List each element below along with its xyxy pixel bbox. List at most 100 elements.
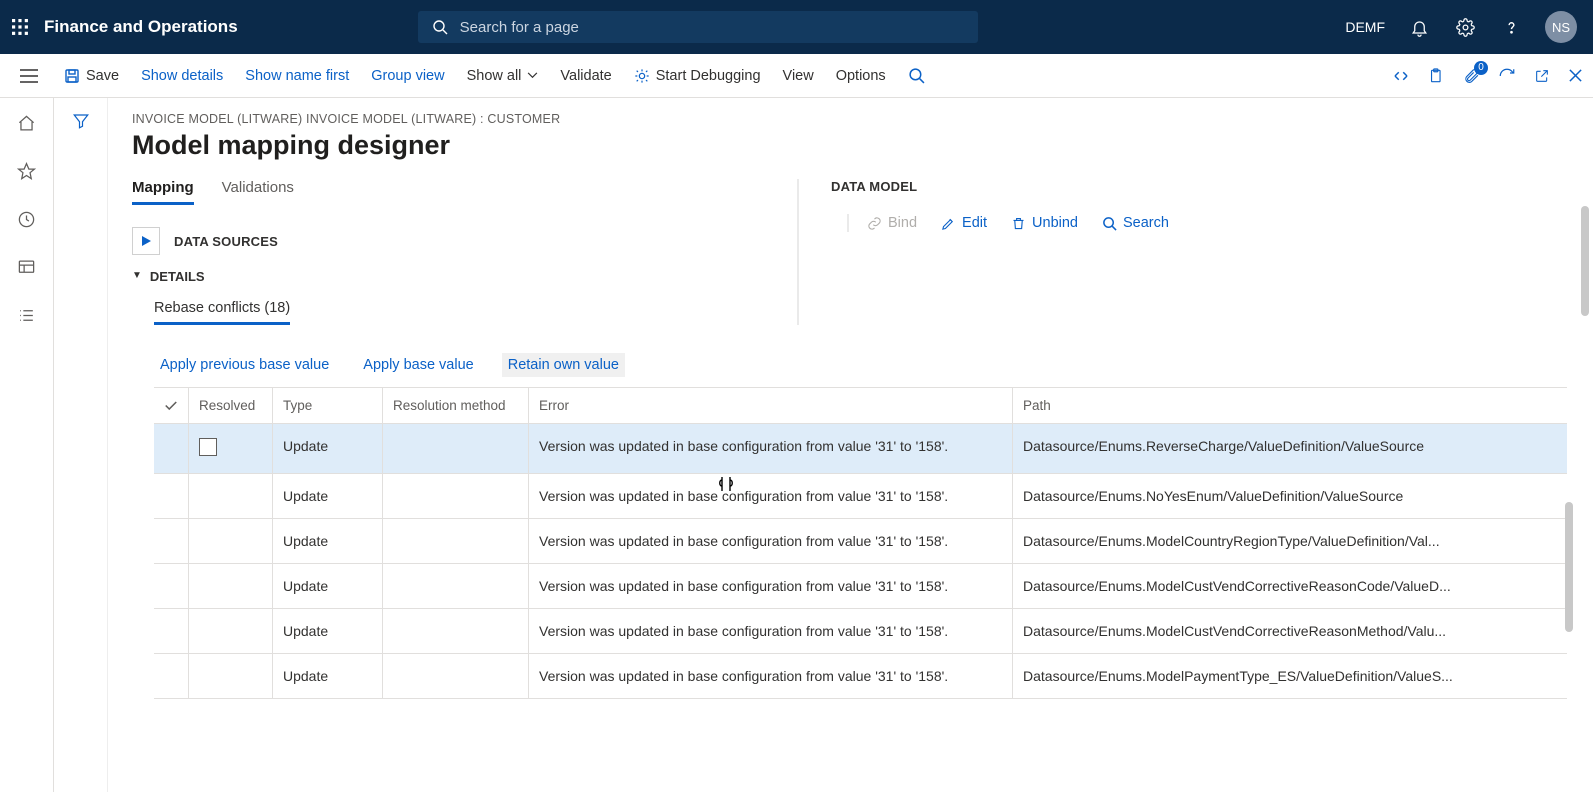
resolution-cell bbox=[383, 654, 529, 699]
tab-validations[interactable]: Validations bbox=[222, 179, 294, 205]
hamburger-icon[interactable] bbox=[20, 69, 38, 83]
resolution-cell bbox=[383, 424, 529, 474]
page-content: INVOICE MODEL (LITWARE) INVOICE MODEL (L… bbox=[108, 98, 1593, 792]
resolved-cell[interactable] bbox=[189, 654, 273, 699]
show-name-first-button[interactable]: Show name first bbox=[245, 68, 349, 84]
table-header-row: Resolved Type Resolution method Error Pa… bbox=[154, 388, 1567, 424]
run-button[interactable] bbox=[132, 227, 160, 255]
row-selector-cell[interactable] bbox=[154, 474, 189, 519]
edit-button[interactable]: Edit bbox=[941, 215, 987, 231]
search-icon bbox=[908, 67, 925, 84]
start-debugging-button[interactable]: Start Debugging bbox=[634, 68, 761, 84]
refresh-button[interactable] bbox=[1498, 67, 1516, 85]
row-selector-cell[interactable] bbox=[154, 564, 189, 609]
table-row[interactable]: Update Version was updated in base confi… bbox=[154, 654, 1567, 699]
group-view-button[interactable]: Group view bbox=[371, 68, 444, 84]
table-scrollbar[interactable] bbox=[1565, 502, 1575, 722]
table-row[interactable]: Update Version was updated in base confi… bbox=[154, 609, 1567, 654]
workspaces-icon[interactable] bbox=[16, 256, 38, 278]
resolved-cell[interactable] bbox=[189, 474, 273, 519]
path-cell: Datasource/Enums.NoYesEnum/ValueDefiniti… bbox=[1013, 474, 1568, 519]
col-type[interactable]: Type bbox=[273, 388, 383, 424]
home-icon[interactable] bbox=[16, 112, 38, 134]
apply-base-value-button[interactable]: Apply base value bbox=[357, 353, 479, 377]
path-cell: Datasource/Enums.ModelCustVendCorrective… bbox=[1013, 609, 1568, 654]
options-menu[interactable]: Options bbox=[836, 68, 886, 84]
resolved-cell[interactable] bbox=[189, 564, 273, 609]
col-resolution[interactable]: Resolution method bbox=[383, 388, 529, 424]
apply-previous-base-value-button[interactable]: Apply previous base value bbox=[154, 353, 335, 377]
designer-tabs: Mapping Validations bbox=[132, 179, 777, 205]
recent-icon[interactable] bbox=[16, 208, 38, 230]
tab-mapping[interactable]: Mapping bbox=[132, 179, 194, 205]
type-cell: Update bbox=[273, 519, 383, 564]
filter-icon[interactable] bbox=[72, 112, 90, 130]
attachment-count-badge: 0 bbox=[1474, 61, 1488, 75]
table-row[interactable]: Update Version was updated in base confi… bbox=[154, 519, 1567, 564]
waffle-icon[interactable] bbox=[8, 15, 32, 39]
secondary-search-button[interactable] bbox=[908, 67, 925, 84]
user-avatar[interactable]: NS bbox=[1545, 11, 1577, 43]
caret-down-icon: ▼ bbox=[132, 270, 142, 281]
help-icon[interactable] bbox=[1499, 15, 1523, 39]
row-selector-cell[interactable] bbox=[154, 519, 189, 564]
col-error[interactable]: Error bbox=[529, 388, 1013, 424]
retain-own-value-button[interactable]: Retain own value bbox=[502, 353, 625, 377]
check-icon bbox=[164, 400, 178, 411]
gear-icon[interactable] bbox=[1453, 15, 1477, 39]
error-cell: Version was updated in base configuratio… bbox=[529, 424, 1013, 474]
validate-button[interactable]: Validate bbox=[560, 68, 611, 84]
paste-icon[interactable] bbox=[1428, 67, 1445, 85]
row-selector-cell[interactable] bbox=[154, 424, 189, 474]
breadcrumb: INVOICE MODEL (LITWARE) INVOICE MODEL (L… bbox=[132, 112, 1577, 126]
details-expander[interactable]: ▼ DETAILS bbox=[132, 269, 777, 284]
resolved-cell[interactable] bbox=[189, 519, 273, 564]
checkbox[interactable] bbox=[199, 438, 217, 456]
save-button[interactable]: Save bbox=[64, 68, 119, 84]
extension-icon[interactable] bbox=[1392, 67, 1410, 85]
select-all-header[interactable] bbox=[154, 388, 189, 424]
resolved-cell[interactable] bbox=[189, 424, 273, 474]
error-cell: Version was updated in base configuratio… bbox=[529, 519, 1013, 564]
col-path[interactable]: Path bbox=[1013, 388, 1568, 424]
attachment-button[interactable]: 0 bbox=[1463, 67, 1480, 85]
app-title: Finance and Operations bbox=[44, 17, 238, 37]
data-sources-header: DATA SOURCES bbox=[174, 234, 278, 249]
show-all-dropdown[interactable]: Show all bbox=[467, 68, 539, 84]
row-selector-cell[interactable] bbox=[154, 654, 189, 699]
company-selector[interactable]: DEMF bbox=[1345, 19, 1385, 35]
tab-rebase-conflicts[interactable]: Rebase conflicts (18) bbox=[154, 300, 290, 325]
close-icon bbox=[1568, 68, 1583, 83]
show-details-button[interactable]: Show details bbox=[141, 68, 223, 84]
unbind-button[interactable]: Unbind bbox=[1011, 215, 1078, 231]
bell-icon[interactable] bbox=[1407, 15, 1431, 39]
page-scrollbar[interactable] bbox=[1577, 196, 1593, 752]
left-navigation-rail bbox=[0, 98, 54, 792]
global-search[interactable]: Search for a page bbox=[418, 11, 978, 43]
bug-icon bbox=[634, 68, 650, 84]
resolved-cell[interactable] bbox=[189, 609, 273, 654]
table-row[interactable]: Update Version was updated in base confi… bbox=[154, 564, 1567, 609]
col-resolved[interactable]: Resolved bbox=[189, 388, 273, 424]
close-button[interactable] bbox=[1568, 68, 1583, 83]
type-cell: Update bbox=[273, 654, 383, 699]
type-cell: Update bbox=[273, 564, 383, 609]
path-cell: Datasource/Enums.ReverseCharge/ValueDefi… bbox=[1013, 424, 1568, 474]
row-selector-cell[interactable] bbox=[154, 609, 189, 654]
modules-icon[interactable] bbox=[16, 304, 38, 326]
refresh-icon bbox=[1498, 67, 1516, 85]
table-row[interactable]: Update Version was updated in base confi… bbox=[154, 424, 1567, 474]
popout-button[interactable] bbox=[1534, 68, 1550, 84]
view-menu[interactable]: View bbox=[783, 68, 814, 84]
page-title: Model mapping designer bbox=[132, 130, 1577, 161]
favorites-icon[interactable] bbox=[16, 160, 38, 182]
search-button[interactable]: Search bbox=[1102, 215, 1169, 231]
type-cell: Update bbox=[273, 609, 383, 654]
resolution-cell bbox=[383, 474, 529, 519]
chevron-down-icon bbox=[527, 72, 538, 79]
type-cell: Update bbox=[273, 474, 383, 519]
resolution-cell bbox=[383, 564, 529, 609]
path-cell: Datasource/Enums.ModelCountryRegionType/… bbox=[1013, 519, 1568, 564]
table-row[interactable]: Update Version was updated in base confi… bbox=[154, 474, 1567, 519]
resolution-cell bbox=[383, 609, 529, 654]
